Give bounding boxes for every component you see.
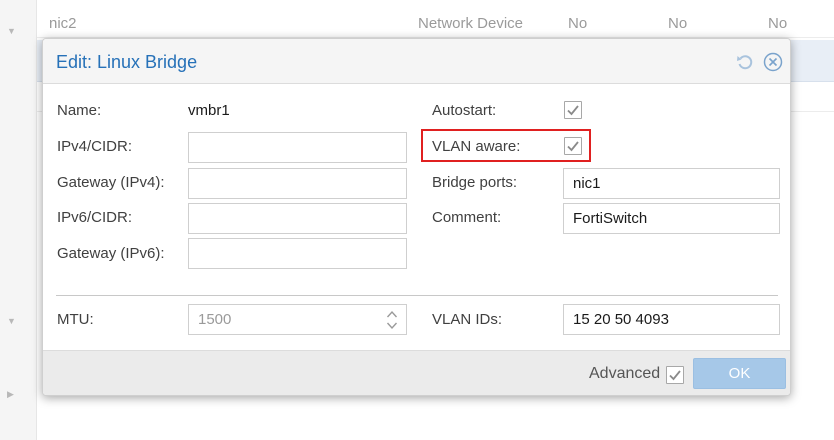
- close-icon[interactable]: [763, 52, 783, 72]
- vlan-aware-label: VLAN aware:: [432, 138, 521, 155]
- comment-input[interactable]: [563, 203, 780, 234]
- vlan-ids-label: VLAN IDs:: [432, 311, 503, 328]
- chevron-down-icon: ▼: [7, 316, 16, 326]
- ok-button[interactable]: OK: [693, 358, 786, 389]
- checkmark-icon: [567, 141, 579, 152]
- reset-icon[interactable]: [735, 52, 755, 72]
- chevron-down-icon: ▼: [7, 26, 16, 36]
- spinner-arrows-icon[interactable]: [386, 309, 398, 331]
- gateway-ipv4-label: Gateway (IPv4):: [57, 174, 165, 191]
- dialog-title: Edit: Linux Bridge: [56, 52, 198, 72]
- ipv6-cidr-label: IPv6/CIDR:: [57, 209, 133, 226]
- mtu-value: 1500: [198, 311, 232, 328]
- vlan-aware-checkbox[interactable]: [564, 137, 582, 155]
- name-value: vmbr1: [188, 102, 230, 119]
- row-col-a: No: [568, 15, 588, 32]
- advanced-checkbox[interactable]: [666, 366, 684, 384]
- dialog-header: Edit: Linux Bridge: [43, 39, 790, 84]
- table-row[interactable]: nic2 Network Device No No No: [37, 8, 834, 38]
- advanced-label: Advanced: [589, 365, 661, 382]
- name-label: Name:: [57, 102, 102, 119]
- gateway-ipv6-input[interactable]: [188, 238, 407, 269]
- ipv6-cidr-input[interactable]: [188, 203, 407, 234]
- edit-linux-bridge-dialog: Edit: Linux Bridge Name: vmbr1 IPv4/CIDR…: [42, 38, 791, 396]
- ipv4-cidr-label: IPv4/CIDR:: [57, 138, 133, 155]
- bridge-ports-input[interactable]: [563, 168, 780, 199]
- comment-label: Comment:: [432, 209, 502, 226]
- vlan-ids-input[interactable]: [563, 304, 780, 335]
- bridge-ports-label: Bridge ports:: [432, 174, 518, 191]
- dialog-footer: Advanced OK: [43, 350, 790, 395]
- checkmark-icon: [669, 370, 681, 381]
- autostart-checkbox[interactable]: [564, 101, 582, 119]
- mtu-input[interactable]: 1500: [188, 304, 407, 335]
- row-col-b: No: [668, 15, 688, 32]
- gateway-ipv6-label: Gateway (IPv6):: [57, 245, 165, 262]
- background-sidebar: ▼ ▼ ▶: [0, 0, 37, 440]
- mtu-label: MTU:: [57, 311, 94, 328]
- row-type: Network Device: [418, 15, 524, 32]
- autostart-label: Autostart:: [432, 102, 497, 119]
- gateway-ipv4-input[interactable]: [188, 168, 407, 199]
- chevron-right-icon: ▶: [7, 389, 14, 399]
- row-name: nic2: [49, 15, 77, 32]
- section-divider: [56, 295, 778, 296]
- checkmark-icon: [567, 105, 579, 116]
- row-col-c: No: [768, 15, 788, 32]
- ipv4-cidr-input[interactable]: [188, 132, 407, 163]
